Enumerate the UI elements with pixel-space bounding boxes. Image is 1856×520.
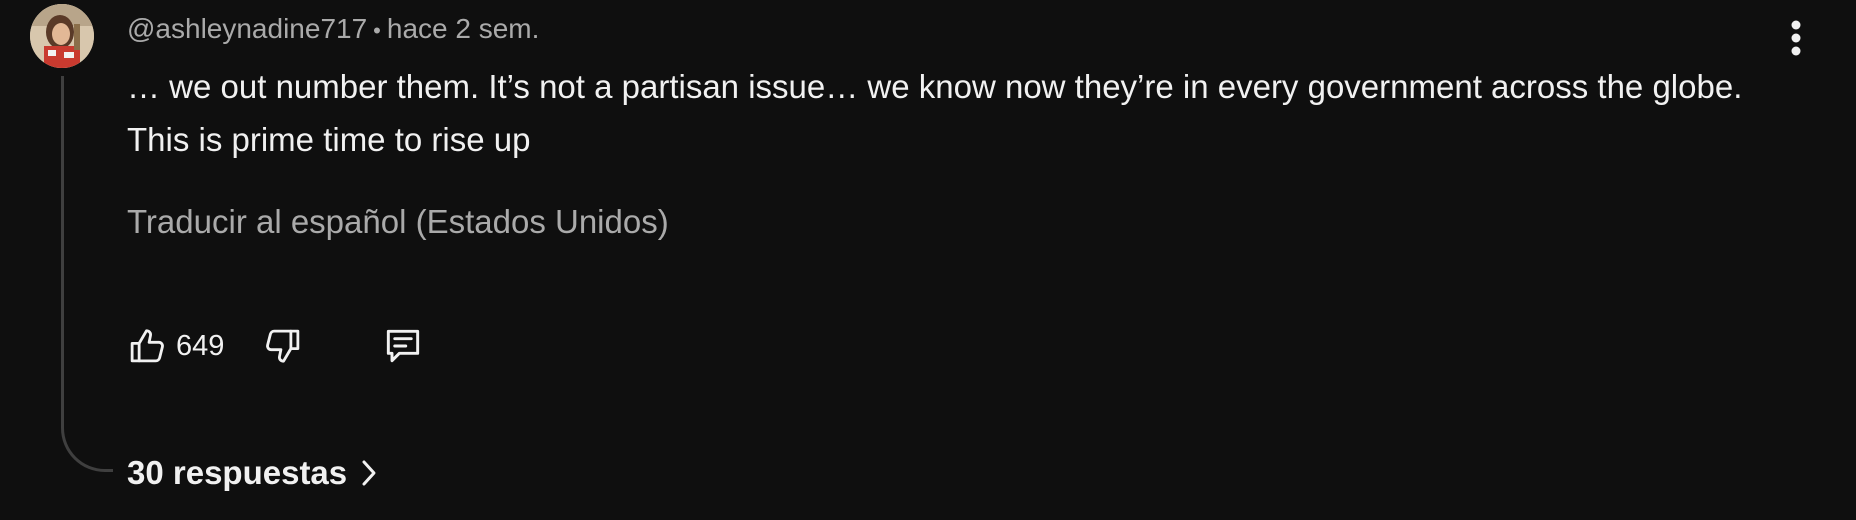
thumb-up-icon bbox=[130, 329, 164, 363]
meta-separator: • bbox=[373, 18, 381, 43]
avatar[interactable] bbox=[30, 4, 94, 68]
like-button[interactable] bbox=[124, 323, 170, 369]
comment-header: @ashleynadine717 • hace 2 sem. bbox=[127, 10, 539, 50]
more-options-button[interactable] bbox=[1776, 16, 1816, 60]
author-handle[interactable]: @ashleynadine717 bbox=[127, 13, 367, 44]
reply-button[interactable] bbox=[380, 323, 426, 369]
reply-comment-icon bbox=[387, 329, 420, 363]
comment-timestamp[interactable]: hace 2 sem. bbox=[387, 13, 540, 44]
thread-line bbox=[61, 76, 113, 472]
replies-label: 30 respuestas bbox=[127, 454, 348, 491]
translate-link[interactable]: Traducir al español (Estados Unidos) bbox=[127, 200, 669, 244]
thumb-down-icon bbox=[266, 329, 300, 363]
chevron-right-icon bbox=[361, 459, 377, 487]
more-vert-icon bbox=[1791, 20, 1801, 56]
comment-actions: 649 bbox=[124, 322, 426, 370]
comment-text: … we out number them. It’s not a partisa… bbox=[127, 68, 1743, 158]
like-count: 649 bbox=[176, 329, 225, 362]
view-replies-button[interactable]: 30 respuestas bbox=[127, 450, 377, 496]
dislike-button[interactable] bbox=[260, 323, 306, 369]
